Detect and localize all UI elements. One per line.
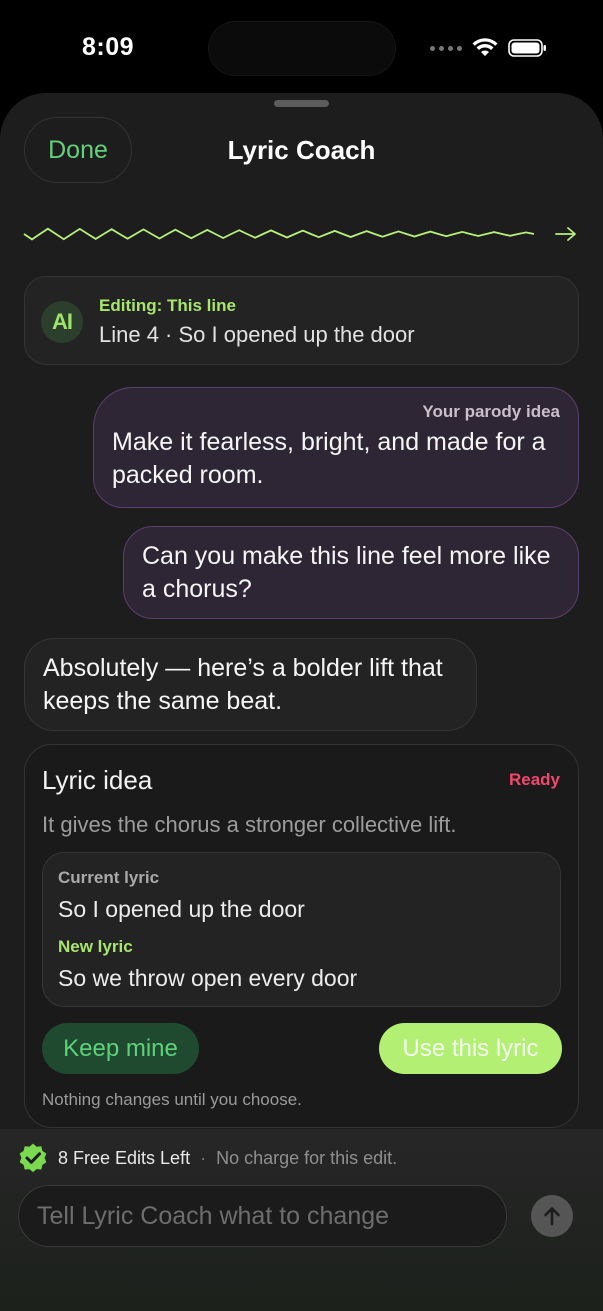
status-icons (430, 36, 548, 60)
send-arrow-icon (544, 1207, 560, 1226)
battery-icon (508, 39, 546, 57)
composer-bar: 8 Free Edits Left · No charge for this e… (0, 1129, 603, 1311)
message-text: Absolutely — here’s a bolder lift that k… (43, 654, 443, 715)
send-button[interactable] (531, 1195, 573, 1237)
sheet-grabber[interactable] (274, 100, 329, 107)
verified-check-icon (19, 1143, 47, 1173)
user-message-bubble: Your parody idea Make it fearless, brigh… (93, 387, 579, 508)
lyric-coach-sheet: Done Lyric Coach AI Editing: This line L… (0, 93, 603, 1311)
status-badge: Ready (508, 770, 560, 789)
keep-mine-button[interactable]: Keep mine (42, 1023, 199, 1074)
arrow-right-icon (555, 227, 576, 241)
lyric-idea-title: Lyric idea (42, 765, 153, 795)
current-lyric-text: So I opened up the door (58, 896, 305, 922)
free-edits-row: 8 Free Edits Left · No charge for this e… (18, 1143, 397, 1173)
free-edits-count: 8 Free Edits Left (58, 1147, 191, 1168)
status-bar: 8:09 (0, 0, 603, 96)
editing-label: Editing: This line (99, 296, 236, 315)
wifi-icon (472, 38, 498, 56)
message-input[interactable]: Tell Lyric Coach what to change (18, 1185, 507, 1247)
lyric-idea-note: Nothing changes until you choose. (42, 1090, 302, 1109)
signal-icon (430, 45, 462, 51)
lyric-idea-description: It gives the chorus a stronger collectiv… (42, 812, 457, 837)
editing-line-text: Line 4 · So I opened up the door (99, 322, 415, 347)
dynamic-island (208, 21, 396, 76)
wave-icon (23, 227, 576, 241)
ai-text-icon: AI (41, 301, 83, 343)
new-lyric-text: So we throw open every door (58, 965, 358, 991)
use-this-lyric-button[interactable]: Use this lyric (379, 1023, 562, 1074)
page-title: Lyric Coach (227, 135, 376, 165)
input-placeholder: Tell Lyric Coach what to change (37, 1201, 390, 1230)
lyric-comparison: Current lyric So I opened up the door Ne… (42, 852, 561, 1007)
message-text: Can you make this line feel more like a … (142, 542, 551, 603)
separator: · (200, 1147, 207, 1168)
status-time: 8:09 (82, 33, 135, 61)
user-message-bubble: Can you make this line feel more like a … (123, 526, 579, 619)
parody-idea-label: Your parody idea (422, 402, 560, 421)
no-charge-note: No charge for this edit. (216, 1147, 398, 1168)
current-lyric-label: Current lyric (58, 868, 160, 887)
editing-context-card[interactable]: AI Editing: This line Line 4 · So I open… (24, 276, 579, 365)
new-lyric-label: New lyric (58, 937, 133, 956)
message-text: Make it fearless, bright, and made for a… (112, 428, 546, 489)
assistant-message-bubble: Absolutely — here’s a bolder lift that k… (24, 638, 477, 731)
lyric-idea-card: Lyric idea Ready It gives the chorus a s… (24, 744, 579, 1128)
